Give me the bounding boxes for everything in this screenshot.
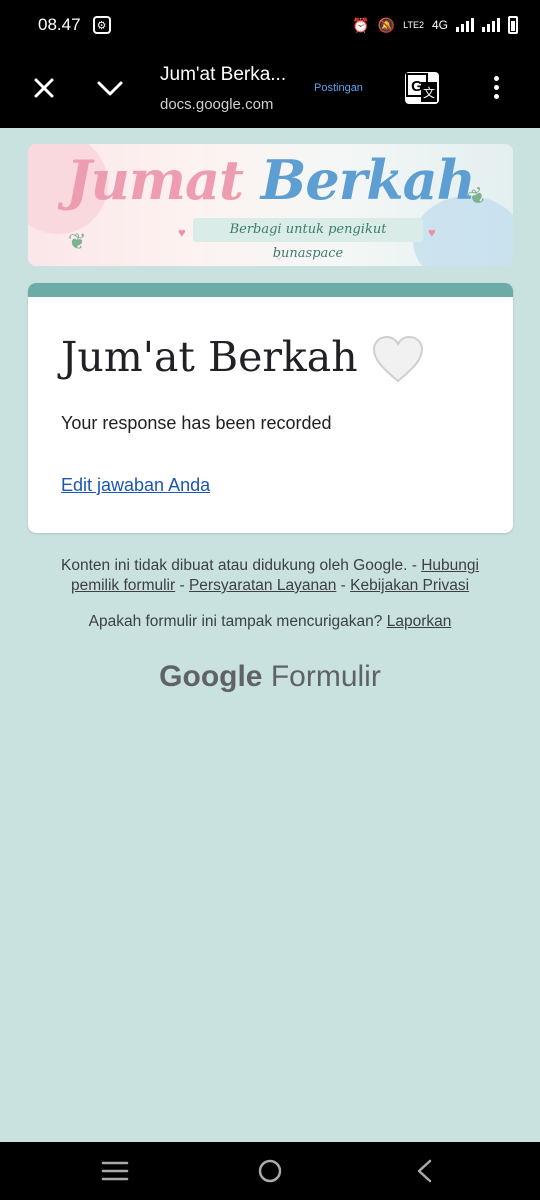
more-options-button[interactable]	[488, 76, 504, 102]
google-logo-text: Google	[159, 660, 263, 693]
translate-icon: G 文	[406, 73, 437, 102]
chevron-down-icon	[97, 81, 123, 96]
postingan-badge[interactable]: Postingan	[314, 82, 363, 94]
form-title: Jum'at Berkah	[61, 333, 358, 381]
translate-button[interactable]: G 文	[405, 72, 439, 104]
page-title: Jum'at Berka...	[160, 64, 287, 85]
settings-notification-icon: ⚙	[92, 16, 111, 34]
terms-link[interactable]: Persyaratan Layanan	[189, 577, 336, 594]
more-dot-icon	[493, 94, 499, 99]
recents-button[interactable]	[100, 1158, 130, 1184]
home-icon	[258, 1159, 282, 1183]
banner-subtitle: Berbagi untuk pengikut bunaspace	[193, 218, 423, 261]
report-link[interactable]: Laporkan	[387, 613, 452, 630]
banner-title: Jumat Berkah	[28, 148, 513, 212]
system-nav-bar	[0, 1142, 540, 1200]
mute-icon: 🔕	[377, 16, 396, 33]
browser-app-bar: Jum'at Berka... docs.google.com Postinga…	[0, 50, 540, 128]
separator: -	[340, 577, 346, 594]
banner-title-word1: Jumat	[66, 148, 244, 212]
banner-title-word2: Berkah	[260, 148, 476, 212]
page-url: docs.google.com	[160, 96, 274, 113]
privacy-link[interactable]: Kebijakan Privasi	[350, 577, 469, 594]
signal-icon-2	[482, 18, 500, 32]
network-label: 4G	[431, 18, 448, 32]
edit-response-link[interactable]: Edit jawaban Anda	[61, 475, 210, 496]
minimize-button[interactable]	[96, 72, 124, 104]
heart-icon: ♥	[428, 225, 436, 240]
form-header-banner: ❦ ❦ ♥ ♥ ♡ Jumat Berkah Berbagi untuk pen…	[28, 144, 513, 266]
volte-label: LTE2	[403, 20, 424, 30]
back-icon	[417, 1159, 432, 1183]
recents-icon	[101, 1161, 129, 1181]
more-dot-icon	[493, 76, 499, 81]
separator: -	[179, 577, 185, 594]
footer-disclaimer: Konten ini tidak dibuat atau didukung ol…	[40, 556, 500, 596]
confirmation-card: Jum'at Berkah Your response has been rec…	[28, 283, 513, 533]
google-forms-logo[interactable]: Google Formulir	[0, 660, 540, 694]
disclaimer-text: Konten ini tidak dibuat atau didukung ol…	[61, 557, 417, 574]
more-dot-icon	[493, 85, 499, 90]
signal-icon	[456, 18, 474, 32]
card-accent-bar	[28, 283, 513, 297]
leaf-icon: ❦	[68, 229, 87, 254]
back-button[interactable]	[410, 1158, 440, 1184]
status-bar: 08.47 ⚙ ⏰ 🔕 LTE2 4G	[0, 0, 540, 50]
report-row: Apakah formulir ini tampak mencurigakan?…	[40, 612, 500, 632]
svg-text:文: 文	[423, 85, 435, 100]
forms-logo-text: Formulir	[270, 660, 381, 693]
white-heart-icon	[372, 335, 424, 383]
close-button[interactable]	[30, 72, 58, 104]
alarm-icon: ⏰	[352, 16, 370, 33]
response-recorded-message: Your response has been recorded	[61, 413, 332, 433]
heart-icon: ♥	[178, 225, 186, 240]
home-button[interactable]	[255, 1158, 285, 1184]
battery-icon	[508, 16, 518, 34]
close-icon	[34, 78, 54, 98]
status-time: 08.47	[38, 15, 81, 34]
report-prompt: Apakah formulir ini tampak mencurigakan?	[88, 613, 383, 630]
status-icons: ⏰ 🔕 LTE2 4G	[352, 16, 518, 34]
